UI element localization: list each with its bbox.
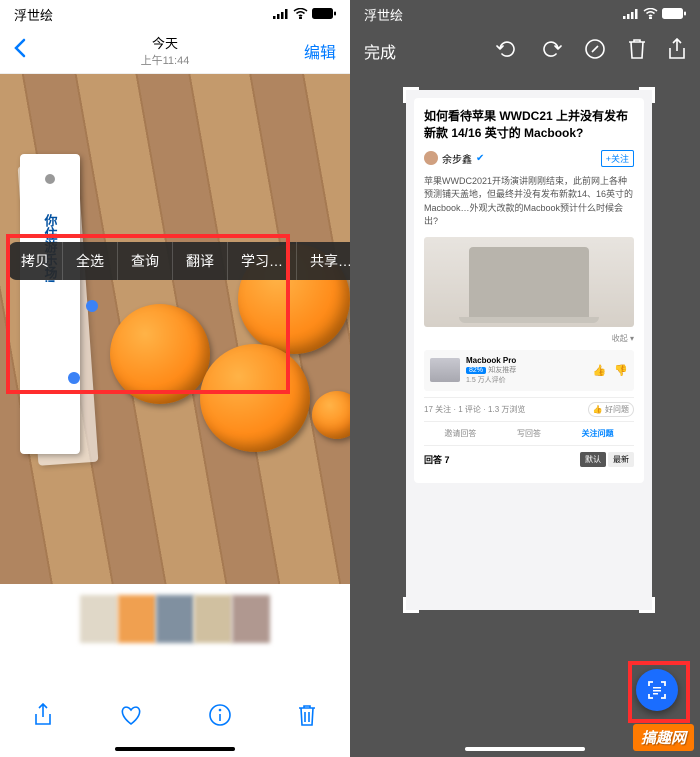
collapse-button[interactable]: 收起 ▾ bbox=[424, 333, 634, 344]
done-button[interactable]: 完成 bbox=[364, 39, 396, 63]
text-selection-handle-start[interactable] bbox=[86, 300, 98, 312]
product-rating: 1.5 万人评价 bbox=[466, 375, 587, 385]
trash-icon[interactable] bbox=[297, 703, 317, 732]
redo-icon[interactable] bbox=[540, 38, 562, 65]
undo-icon[interactable] bbox=[496, 38, 518, 65]
text-selection-handle-end[interactable] bbox=[68, 372, 80, 384]
popover-learn[interactable]: 学习… bbox=[228, 242, 297, 280]
home-indicator[interactable] bbox=[115, 747, 235, 751]
avatar bbox=[424, 151, 438, 165]
photo-day: 今天 bbox=[141, 33, 190, 52]
thumbnail[interactable] bbox=[118, 595, 156, 643]
thumb-down-icon[interactable]: 👎 bbox=[614, 364, 628, 377]
crop-handle-bottom-left[interactable] bbox=[403, 597, 419, 613]
price-tag: 你住游乐场! bbox=[20, 154, 80, 454]
battery-icon bbox=[312, 7, 336, 22]
share-icon[interactable] bbox=[33, 703, 53, 732]
sort-latest-tab[interactable]: 最新 bbox=[608, 452, 634, 467]
battery-icon bbox=[662, 7, 686, 22]
thumbnail[interactable] bbox=[232, 595, 270, 643]
watermark: 搞趣网 bbox=[633, 724, 694, 751]
thumbnail-strip[interactable] bbox=[0, 590, 350, 648]
photo-header: 今天 上午11:44 编辑 bbox=[0, 28, 350, 74]
popover-share[interactable]: 共享… bbox=[297, 242, 350, 280]
status-indicators bbox=[623, 7, 686, 22]
follow-button[interactable]: +关注 bbox=[601, 150, 634, 167]
product-card[interactable]: Macbook Pro 82% 知友推荐 1.5 万人评价 👍 👎 bbox=[424, 350, 634, 391]
popover-lookup[interactable]: 查询 bbox=[118, 242, 173, 280]
signal-icon bbox=[273, 7, 289, 22]
wifi-icon bbox=[293, 7, 308, 22]
stat-view: 1.3 万浏览 bbox=[488, 405, 525, 414]
write-answer-button[interactable]: 写回答 bbox=[517, 428, 541, 439]
popover-translate[interactable]: 翻译 bbox=[173, 242, 228, 280]
text-context-menu: 拷贝 全选 查询 翻译 学习… 共享… bbox=[8, 242, 350, 280]
markup-header: 完成 bbox=[350, 28, 700, 74]
invite-answer-button[interactable]: 邀请回答 bbox=[444, 428, 476, 439]
photos-app-screen: 浮世绘 今天 上午11:44 编辑 你住游乐场! bbox=[0, 0, 350, 757]
screenshot-markup-screen: 浮世绘 完成 bbox=[350, 0, 700, 757]
question-image[interactable] bbox=[424, 237, 634, 327]
verified-badge-icon: ✔ bbox=[476, 153, 484, 164]
status-bar: 浮世绘 bbox=[350, 0, 700, 28]
trash-icon[interactable] bbox=[628, 38, 646, 65]
answers-header: 回答 7 默认 最新 bbox=[424, 445, 634, 473]
popover-copy[interactable]: 拷贝 bbox=[8, 242, 63, 280]
product-name: Macbook Pro bbox=[466, 356, 587, 365]
info-icon[interactable] bbox=[209, 704, 231, 731]
laptop-illustration bbox=[469, 247, 589, 317]
markup-pen-icon[interactable] bbox=[584, 38, 606, 65]
share-icon[interactable] bbox=[668, 38, 686, 65]
edit-button[interactable]: 编辑 bbox=[304, 39, 336, 63]
question-title[interactable]: 如何看待苹果 WWDC21 上并没有发布新款 14/16 英寸的 Macbook… bbox=[424, 108, 634, 142]
thumb-up-icon[interactable]: 👍 bbox=[593, 364, 607, 377]
good-question-button[interactable]: 👍 好问题 bbox=[588, 402, 634, 417]
heart-icon[interactable] bbox=[119, 704, 143, 731]
stats-row: 17 关注 · 1 评论 · 1.3 万浏览 👍 好问题 bbox=[424, 397, 634, 421]
screenshot-crop-area[interactable]: 如何看待苹果 WWDC21 上并没有发布新款 14/16 英寸的 Macbook… bbox=[406, 90, 652, 610]
orange-object bbox=[110, 304, 210, 404]
thumbnail[interactable] bbox=[194, 595, 232, 643]
photo-toolbar bbox=[0, 695, 350, 739]
status-bar: 浮世绘 bbox=[0, 0, 350, 28]
orange-object bbox=[200, 344, 310, 452]
question-card: 如何看待苹果 WWDC21 上并没有发布新款 14/16 英寸的 Macbook… bbox=[414, 98, 644, 483]
sort-default-tab[interactable]: 默认 bbox=[580, 452, 606, 467]
product-thumbnail bbox=[430, 358, 460, 382]
question-body: 苹果WWDC2021开场演讲刚刚结束，此前网上各种预测铺天盖地，但最终并没有发布… bbox=[424, 175, 634, 229]
recommend-text: 知友推荐 bbox=[488, 367, 516, 374]
photo-time: 上午11:44 bbox=[141, 52, 190, 68]
answer-count: 回答 7 bbox=[424, 453, 450, 466]
back-button[interactable] bbox=[14, 38, 26, 63]
thumbnail[interactable] bbox=[80, 595, 118, 643]
thumbnail[interactable] bbox=[156, 595, 194, 643]
crop-handle-top-right[interactable] bbox=[639, 87, 655, 103]
crop-handle-bottom-right[interactable] bbox=[639, 597, 655, 613]
crop-handle-top-left[interactable] bbox=[403, 87, 419, 103]
wifi-icon bbox=[643, 7, 658, 22]
recommend-badge: 82% bbox=[466, 367, 486, 374]
signal-icon bbox=[623, 7, 639, 22]
follow-question-button[interactable]: 关注问题 bbox=[582, 428, 614, 439]
photo-date: 今天 上午11:44 bbox=[141, 33, 190, 68]
carrier-label: 浮世绘 bbox=[14, 5, 53, 24]
author-block[interactable]: 余步鑫 ✔ bbox=[424, 151, 484, 166]
popover-select-all[interactable]: 全选 bbox=[63, 242, 118, 280]
home-indicator[interactable] bbox=[465, 747, 585, 751]
author-name: 余步鑫 bbox=[442, 151, 472, 166]
stat-comment: 1 评论 bbox=[458, 405, 481, 414]
live-text-fab[interactable] bbox=[636, 669, 678, 711]
status-indicators bbox=[273, 7, 336, 22]
question-actions: 邀请回答 写回答 关注问题 bbox=[424, 421, 634, 445]
stat-follow: 17 关注 bbox=[424, 405, 451, 414]
carrier-label: 浮世绘 bbox=[364, 5, 403, 24]
fullscreen-icon bbox=[647, 680, 667, 700]
photo-viewer[interactable]: 你住游乐场! 拷贝 全选 查询 翻译 学习… 共享… bbox=[0, 74, 350, 584]
